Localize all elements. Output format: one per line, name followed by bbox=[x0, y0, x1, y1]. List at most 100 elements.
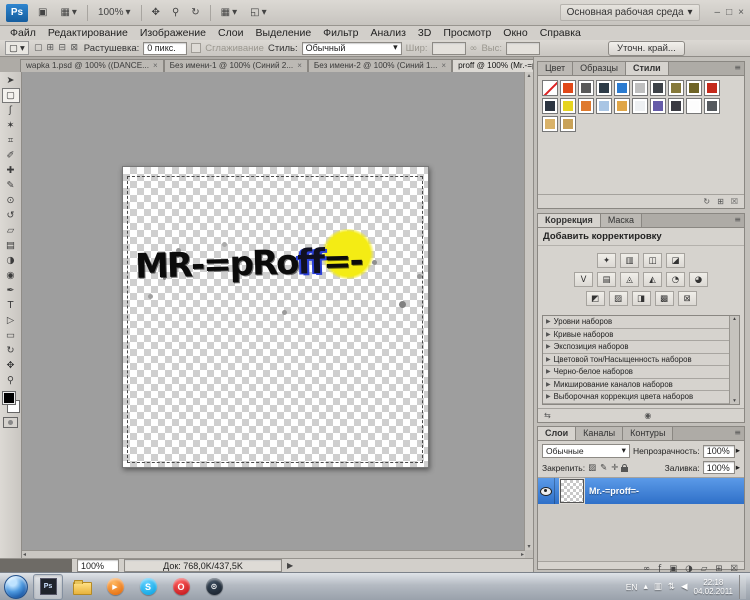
scroll-down-icon[interactable]: ▾ bbox=[733, 398, 736, 404]
document-canvas[interactable]: MR-=pRoff=- bbox=[122, 166, 429, 468]
blur-tool[interactable]: ◑ bbox=[2, 253, 20, 268]
expander-icon[interactable]: ▶ bbox=[546, 381, 551, 388]
preset-list-item[interactable]: ▶ Экспозиция наборов bbox=[543, 341, 730, 354]
style-select[interactable]: Обычный ▾ bbox=[302, 42, 402, 55]
eraser-tool[interactable]: ▱ bbox=[2, 223, 20, 238]
shape-tool[interactable]: ▭ bbox=[2, 328, 20, 343]
style-swatch[interactable] bbox=[704, 80, 720, 96]
posterize-icon[interactable]: ▨ bbox=[609, 291, 628, 306]
brightness-contrast-icon[interactable]: ✦ bbox=[597, 253, 616, 268]
lock-all-icon[interactable] bbox=[621, 467, 628, 472]
lasso-tool[interactable]: ʃ bbox=[2, 103, 20, 118]
bridge-icon[interactable]: ▣ bbox=[35, 6, 50, 19]
menu-item[interactable]: Редактирование bbox=[42, 27, 134, 39]
style-swatch[interactable] bbox=[668, 80, 684, 96]
switch-panel-icon[interactable]: ⇆ bbox=[544, 411, 551, 420]
document-tab[interactable]: Без имени-1 @ 100% (Синий 2... × bbox=[164, 59, 308, 72]
style-swatch[interactable] bbox=[560, 116, 576, 132]
style-swatch[interactable] bbox=[632, 80, 648, 96]
opacity-spinner-icon[interactable]: ▸ bbox=[736, 446, 740, 456]
layer-thumbnail[interactable] bbox=[560, 479, 584, 503]
style-swatch[interactable] bbox=[560, 80, 576, 96]
vertical-scrollbar[interactable]: ▴ ▾ bbox=[524, 72, 533, 550]
close-button[interactable]: × bbox=[738, 7, 744, 18]
style-swatch[interactable] bbox=[668, 98, 684, 114]
menu-item[interactable]: Выделение bbox=[250, 27, 318, 39]
style-swatch[interactable] bbox=[596, 80, 612, 96]
path-selection-tool[interactable]: ▷ bbox=[2, 313, 20, 328]
document-tab[interactable]: Без имени-2 @ 100% (Синий 1... × bbox=[308, 59, 452, 72]
panel-tab[interactable]: Контуры bbox=[623, 427, 673, 440]
exposure-icon[interactable]: ◪ bbox=[666, 253, 685, 268]
lock-position-icon[interactable]: ✛ bbox=[611, 463, 618, 473]
foreground-color-swatch[interactable] bbox=[2, 391, 16, 405]
scroll-up-icon[interactable]: ▴ bbox=[733, 316, 736, 322]
hand-icon[interactable]: ✥ bbox=[149, 6, 163, 19]
steam-taskbar-button[interactable]: ⊙ bbox=[200, 575, 228, 599]
layer-name[interactable]: Mr.-=proff=- bbox=[589, 486, 639, 496]
selective-color-icon[interactable]: ⊠ bbox=[678, 291, 697, 306]
panel-menu-icon[interactable]: ≡ bbox=[734, 215, 741, 224]
add-selection-icon[interactable]: ⊞ bbox=[45, 43, 56, 53]
layer-row-selected[interactable]: Mr.-=proff=- bbox=[538, 478, 744, 504]
style-swatch[interactable] bbox=[614, 98, 630, 114]
status-zoom-input[interactable]: 100% bbox=[77, 559, 119, 572]
panel-tab[interactable]: Коррекция bbox=[538, 214, 601, 227]
document-tab[interactable]: wapka 1.psd @ 100% ((DANCE... × bbox=[20, 59, 164, 72]
minimize-button[interactable]: – bbox=[715, 7, 721, 18]
menu-item[interactable]: Справка bbox=[534, 27, 587, 39]
crop-tool[interactable]: ⌗ bbox=[2, 133, 20, 148]
intersect-selection-icon[interactable]: ⊠ bbox=[69, 43, 80, 53]
tray-app-icon[interactable]: ▥ bbox=[654, 582, 662, 592]
zoom-level-control[interactable]: 100% ▾ bbox=[95, 6, 134, 19]
style-swatch[interactable] bbox=[686, 98, 702, 114]
menu-item[interactable]: Анализ bbox=[364, 27, 411, 39]
new-style-icon[interactable]: ⊞ bbox=[717, 197, 724, 206]
opera-taskbar-button[interactable]: O bbox=[167, 575, 195, 599]
scroll-down-icon[interactable]: ▾ bbox=[527, 543, 530, 550]
style-swatch[interactable] bbox=[650, 80, 666, 96]
gradient-tool[interactable]: ▤ bbox=[2, 238, 20, 253]
style-swatch[interactable] bbox=[632, 98, 648, 114]
dodge-tool[interactable]: ◉ bbox=[2, 268, 20, 283]
photo-filter-icon[interactable]: ◔ bbox=[666, 272, 685, 287]
menu-item[interactable]: Файл bbox=[4, 27, 42, 39]
preset-list-item[interactable]: ▶ Уровни наборов bbox=[543, 316, 730, 329]
lock-pixels-icon[interactable]: ✎ bbox=[600, 463, 607, 473]
height-input[interactable] bbox=[506, 42, 540, 55]
invert-icon[interactable]: ◩ bbox=[586, 291, 605, 306]
style-swatch[interactable] bbox=[578, 98, 594, 114]
horizontal-scrollbar[interactable]: ◂ ▸ bbox=[22, 550, 525, 558]
arrange-documents-button[interactable]: ▦ ▾ bbox=[218, 6, 240, 19]
scroll-up-icon[interactable]: ▴ bbox=[527, 72, 530, 79]
vibrance-icon[interactable]: V bbox=[574, 272, 593, 287]
start-button[interactable] bbox=[4, 575, 28, 599]
panel-tab[interactable]: Слои bbox=[538, 427, 576, 440]
color-balance-icon[interactable]: ◬ bbox=[620, 272, 639, 287]
fill-spinner-icon[interactable]: ▸ bbox=[736, 463, 740, 473]
menu-item[interactable]: 3D bbox=[412, 27, 437, 39]
width-input[interactable] bbox=[432, 42, 466, 55]
3d-rotate-tool[interactable]: ↻ bbox=[2, 343, 20, 358]
link-dimensions-icon[interactable]: ∞ bbox=[470, 43, 478, 54]
blend-mode-select[interactable]: Обычные ▾ bbox=[542, 444, 630, 458]
opacity-input[interactable]: 100% bbox=[703, 445, 735, 458]
panel-tab[interactable]: Стили bbox=[626, 62, 669, 75]
preset-list-item[interactable]: ▶ Цветовой тон/Насыщенность наборов bbox=[543, 354, 730, 367]
black-white-icon[interactable]: ◭ bbox=[643, 272, 662, 287]
expanded-view-icon[interactable]: ◉ bbox=[644, 411, 651, 420]
style-swatch[interactable] bbox=[542, 116, 558, 132]
panel-tab[interactable]: Цвет bbox=[538, 62, 573, 75]
style-swatch[interactable] bbox=[614, 80, 630, 96]
gradient-map-icon[interactable]: ▩ bbox=[655, 291, 674, 306]
menu-item[interactable]: Окно bbox=[497, 27, 533, 39]
lock-transparency-icon[interactable]: ▨ bbox=[588, 463, 596, 473]
expander-icon[interactable]: ▶ bbox=[546, 318, 551, 325]
photoshop-taskbar-button[interactable]: Ps bbox=[33, 574, 63, 600]
quick-selection-tool[interactable]: ✶ bbox=[2, 118, 20, 133]
panel-menu-icon[interactable]: ≡ bbox=[734, 428, 741, 437]
preset-list-item[interactable]: ▶ Кривые наборов bbox=[543, 329, 730, 342]
volume-icon[interactable]: ◀ bbox=[681, 582, 688, 592]
workspace-switcher[interactable]: Основная рабочая среда ▾ bbox=[560, 4, 700, 21]
expander-icon[interactable]: ▶ bbox=[546, 331, 551, 338]
